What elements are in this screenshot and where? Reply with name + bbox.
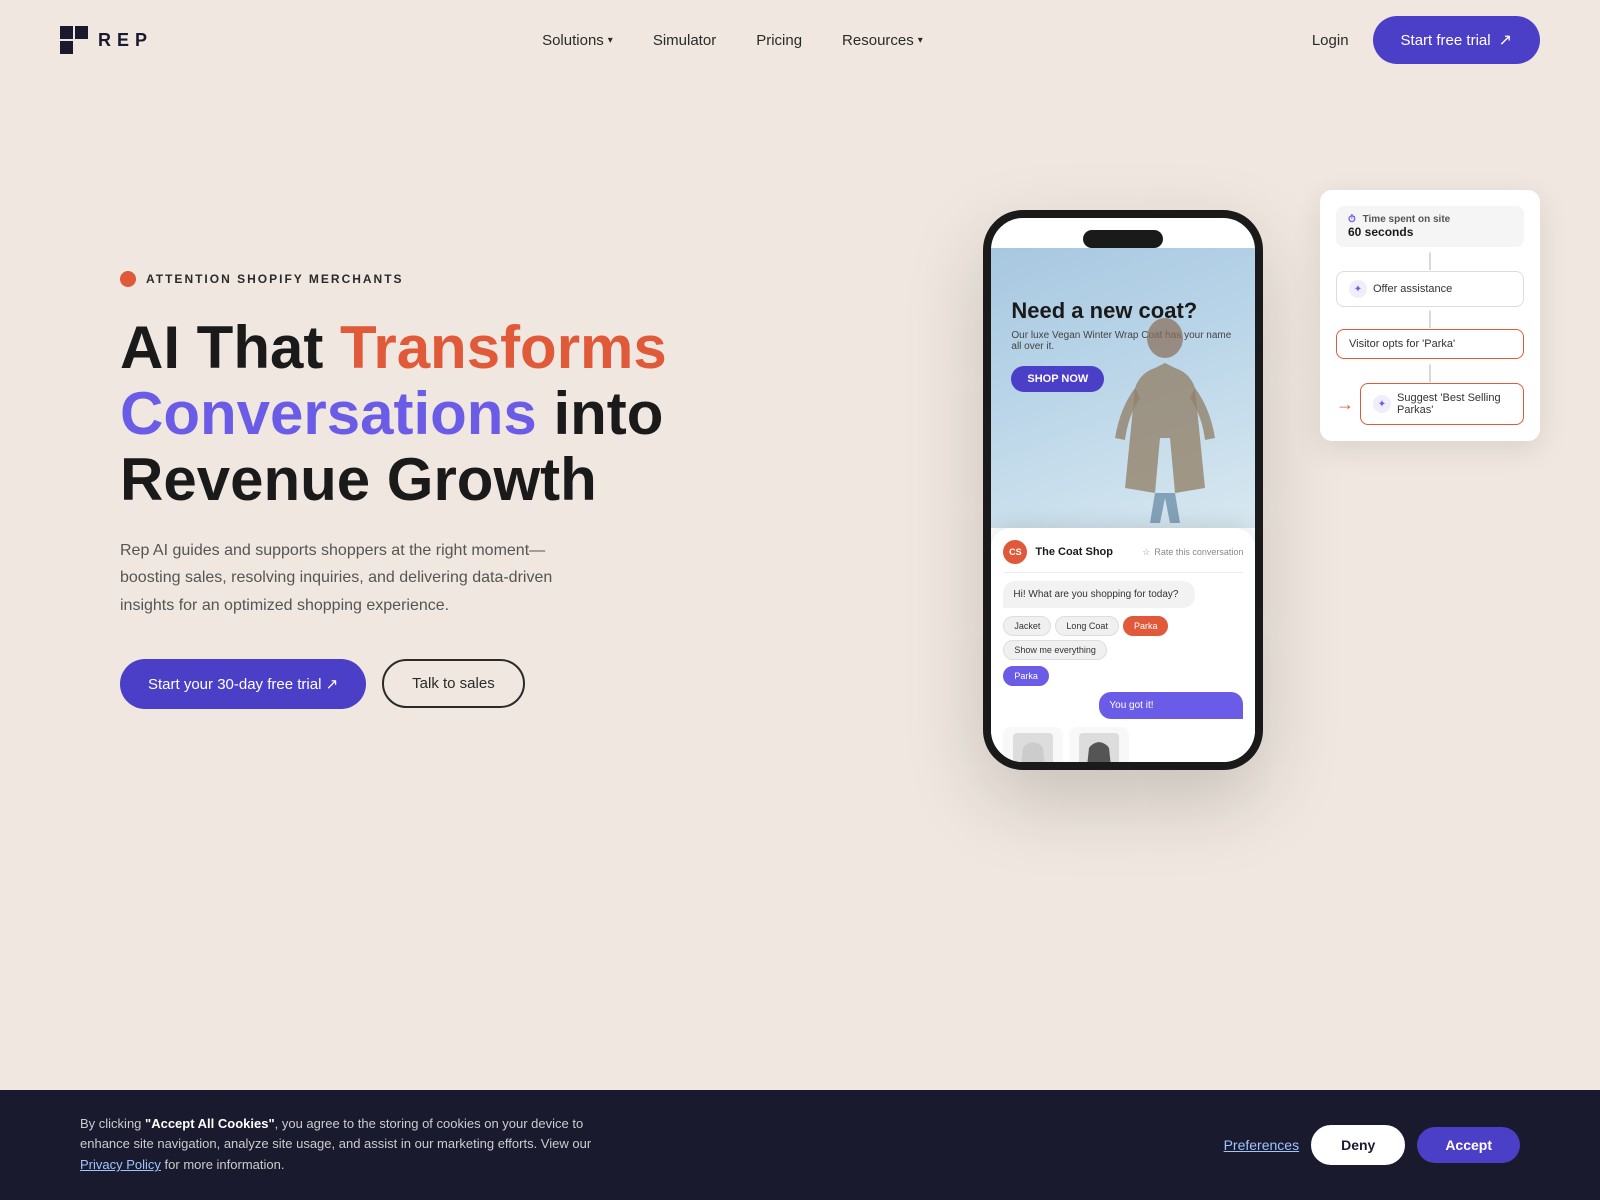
hero-visual: ⏱ Time spent on site 60 seconds | ✦ Offe… <box>667 140 1540 840</box>
talk-sales-button[interactable]: Talk to sales <box>382 659 525 708</box>
product-card-2: Fonda Coat $340 <box>1069 727 1129 770</box>
badge-text: ATTENTION SHOPIFY MERCHANTS <box>146 272 404 286</box>
chat-store-name: The Coat Shop <box>1035 546 1113 558</box>
flow-arrow-right-icon: → <box>1336 394 1354 415</box>
hero-content: ATTENTION SHOPIFY MERCHANTS AI That Tran… <box>120 271 667 709</box>
chat-store-avatar: CS <box>1003 540 1027 564</box>
login-button[interactable]: Login <box>1312 32 1349 49</box>
person-silhouette <box>1100 308 1230 528</box>
phone-shop-button[interactable]: SHOP NOW <box>1011 366 1104 392</box>
coat-icon-1 <box>1018 738 1048 770</box>
logo-icon <box>60 26 88 54</box>
hero-section: ATTENTION SHOPIFY MERCHANTS AI That Tran… <box>0 80 1600 920</box>
nav-right: Login Start free trial ↗ <box>1312 16 1540 64</box>
chip-show-all[interactable]: Show me everything <box>1003 640 1107 660</box>
logo-text: REP <box>98 30 153 51</box>
accept-button[interactable]: Accept <box>1417 1127 1520 1163</box>
chat-rating: ☆ Rate this conversation <box>1142 547 1243 558</box>
flow-suggest-icon: ✦ <box>1373 395 1391 413</box>
hero-buttons: Start your 30-day free trial ↗ Talk to s… <box>120 659 667 709</box>
attention-badge: ATTENTION SHOPIFY MERCHANTS <box>120 271 667 287</box>
chat-rating-text: Rate this conversation <box>1154 547 1243 557</box>
product-card-1: White Fox Coat $289 <box>1003 727 1063 770</box>
chip-long-coat[interactable]: Long Coat <box>1055 616 1119 636</box>
chip-parka-2[interactable]: Parka <box>1003 666 1049 686</box>
phone-hero-area: Need a new coat? Our luxe Vegan Winter W… <box>991 248 1255 528</box>
badge-dot <box>120 271 136 287</box>
nav-simulator[interactable]: Simulator <box>653 32 716 49</box>
flow-time-label: ⏱ Time spent on site <box>1348 214 1512 225</box>
cookie-bold-text: "Accept All Cookies" <box>145 1116 275 1131</box>
flow-time-value: 60 seconds <box>1348 225 1512 239</box>
flow-panel: ⏱ Time spent on site 60 seconds | ✦ Offe… <box>1320 190 1540 441</box>
chat-header: CS The Coat Shop ☆ Rate this conversatio… <box>1003 540 1243 573</box>
chip-jacket[interactable]: Jacket <box>1003 616 1051 636</box>
cookie-text: By clicking "Accept All Cookies", you ag… <box>80 1114 600 1176</box>
navigation: REP Solutions ▾ Simulator Pricing Resour… <box>0 0 1600 80</box>
privacy-policy-link[interactable]: Privacy Policy <box>80 1157 161 1172</box>
heading-conversations: Conversations <box>120 380 537 447</box>
flow-arrow-1: | <box>1336 251 1524 269</box>
nav-resources[interactable]: Resources ▾ <box>842 32 923 49</box>
product-img-2 <box>1079 733 1119 770</box>
flow-suggest-row: → ✦ Suggest 'Best Selling Parkas' <box>1336 383 1524 425</box>
hero-subtext: Rep AI guides and supports shoppers at t… <box>120 537 600 619</box>
chat-chips-2: Parka <box>1003 666 1243 686</box>
start-trial-button[interactable]: Start free trial ↗ <box>1373 16 1540 64</box>
heading-transforms: Transforms <box>340 314 667 381</box>
arrow-icon: ↗ <box>1499 30 1512 50</box>
chat-message-question: Hi! What are you shopping for today? <box>1003 581 1195 608</box>
chip-parka[interactable]: Parka <box>1123 616 1169 636</box>
logo-link[interactable]: REP <box>60 26 153 54</box>
preferences-button[interactable]: Preferences <box>1224 1137 1299 1153</box>
solutions-chevron-icon: ▾ <box>608 35 613 46</box>
nav-links: Solutions ▾ Simulator Pricing Resources … <box>542 32 923 49</box>
chat-chips: Jacket Long Coat Parka Show me everythin… <box>1003 616 1243 660</box>
hero-heading: AI That Transforms Conversations into Re… <box>120 315 667 513</box>
cookie-buttons: Preferences Deny Accept <box>1224 1125 1520 1165</box>
coat-icon-2 <box>1084 738 1114 770</box>
deny-button[interactable]: Deny <box>1311 1125 1405 1165</box>
chat-reply: You got it! <box>1099 692 1243 719</box>
phone-notch <box>1083 230 1163 248</box>
nav-solutions[interactable]: Solutions ▾ <box>542 32 613 49</box>
heading-into: into <box>537 380 664 447</box>
cookie-banner: By clicking "Accept All Cookies", you ag… <box>0 1090 1600 1200</box>
flow-arrow-3: | <box>1336 363 1524 381</box>
star-icon: ☆ <box>1142 547 1150 558</box>
heading-revenue: Revenue Growth <box>120 446 597 513</box>
flow-node-suggest: ✦ Suggest 'Best Selling Parkas' <box>1360 383 1524 425</box>
phone-chat-overlay: CS The Coat Shop ☆ Rate this conversatio… <box>991 528 1255 762</box>
free-trial-button[interactable]: Start your 30-day free trial ↗ <box>120 659 366 709</box>
heading-part1: AI That <box>120 314 340 381</box>
flow-arrow-2: | <box>1336 309 1524 327</box>
nav-pricing[interactable]: Pricing <box>756 32 802 49</box>
product-img-1 <box>1013 733 1053 770</box>
flow-offer-icon: ✦ <box>1349 280 1367 298</box>
flow-node-offer: ✦ Offer assistance <box>1336 271 1524 307</box>
phone-mockup: Need a new coat? Our luxe Vegan Winter W… <box>983 210 1263 770</box>
flow-node-time: ⏱ Time spent on site 60 seconds <box>1336 206 1524 247</box>
resources-chevron-icon: ▾ <box>918 35 923 46</box>
chat-products: White Fox Coat $289 Fonda Coat $340 <box>1003 727 1243 770</box>
flow-node-visitor: Visitor opts for 'Parka' <box>1336 329 1524 359</box>
